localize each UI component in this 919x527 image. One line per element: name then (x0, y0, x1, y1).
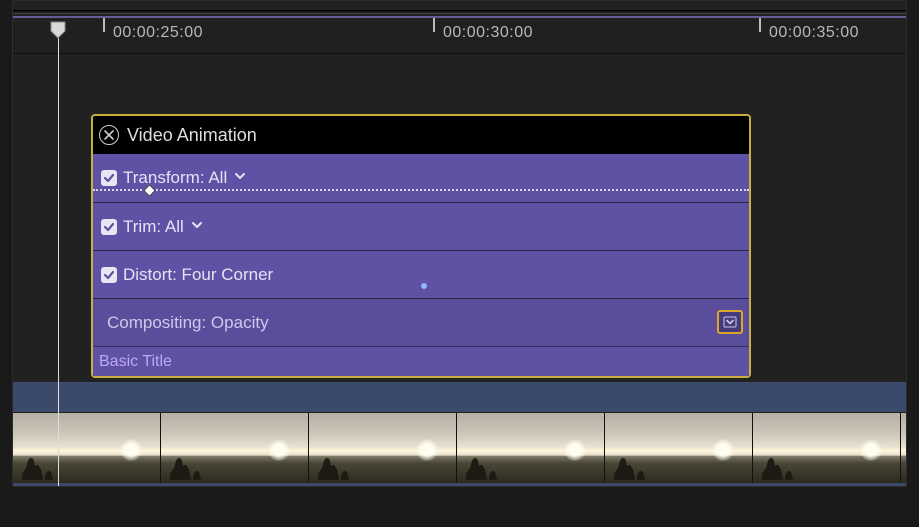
animation-row-compositing[interactable]: Compositing: Opacity (93, 298, 749, 346)
video-animation-header: Video Animation (93, 116, 749, 154)
filmstrip-frame (13, 413, 161, 483)
ruler-tick (759, 18, 761, 32)
filmstrip-frame (605, 413, 753, 483)
animation-row-distort[interactable]: Distort: Four Corner (93, 250, 749, 298)
video-animation-title: Video Animation (127, 125, 257, 146)
control-point-marker[interactable] (421, 283, 427, 289)
ruler-time-label: 00:00:35:00 (769, 24, 859, 42)
playhead-head[interactable] (50, 21, 66, 39)
video-filmstrip[interactable] (13, 413, 906, 483)
expand-button[interactable] (717, 310, 743, 334)
chevron-down-icon (723, 316, 737, 328)
video-animation-panel: Video Animation Transform: All Trim: All (91, 114, 751, 378)
timeline-workspace: 00:00:25:00 00:00:30:00 00:00:35:00 Vide… (12, 0, 907, 487)
filmstrip-frame (901, 413, 907, 483)
title-clip-track[interactable] (13, 381, 906, 413)
checkbox-transform[interactable] (101, 170, 117, 186)
ruler-tick (433, 18, 435, 32)
animation-row-label: Distort: Four Corner (123, 265, 273, 285)
checkbox-trim[interactable] (101, 219, 117, 235)
animation-row-trim[interactable]: Trim: All (93, 202, 749, 250)
filmstrip-frame (161, 413, 309, 483)
chevron-down-icon[interactable] (190, 217, 204, 237)
time-ruler[interactable]: 00:00:25:00 00:00:30:00 00:00:35:00 (13, 18, 906, 54)
animation-row-label: Transform: All (123, 168, 227, 188)
ruler-time-label: 00:00:25:00 (113, 24, 203, 42)
ruler-tick (103, 18, 105, 32)
close-icon[interactable] (99, 125, 119, 145)
keyframe-track[interactable] (93, 189, 749, 191)
animation-row-label: Compositing: Opacity (107, 313, 269, 333)
animation-row-transform[interactable]: Transform: All (93, 154, 749, 202)
filmstrip-frame (457, 413, 605, 483)
clip-name-label: Basic Title (99, 353, 172, 371)
toolbar-divider (13, 10, 906, 14)
checkbox-distort[interactable] (101, 267, 117, 283)
playhead[interactable] (58, 27, 59, 486)
animation-row-label: Trim: All (123, 217, 184, 237)
filmstrip-frame (753, 413, 901, 483)
ruler-time-label: 00:00:30:00 (443, 24, 533, 42)
chevron-down-icon[interactable] (233, 168, 247, 188)
clip-lower-bar (13, 483, 906, 487)
filmstrip-frame (309, 413, 457, 483)
video-animation-footer: Basic Title (93, 346, 749, 376)
